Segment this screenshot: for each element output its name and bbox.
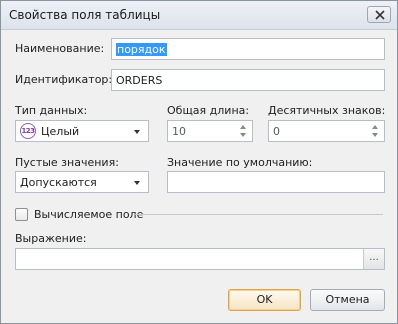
expression-browse-button[interactable]: ...	[363, 249, 384, 269]
name-value: порядок	[116, 43, 167, 56]
nulls-value: Допускаются	[20, 176, 97, 189]
default-value-input[interactable]	[167, 171, 385, 193]
close-button[interactable]	[367, 6, 391, 23]
integer-type-icon: 123	[20, 123, 36, 139]
computed-field-checkbox[interactable]	[15, 208, 28, 221]
name-label: Наименование:	[15, 42, 105, 55]
dialog-body: Наименование: порядок Идентификатор: ORD…	[1, 30, 397, 323]
name-input[interactable]: порядок	[111, 38, 385, 60]
data-type-dropdown[interactable]: 123 Целый	[15, 120, 149, 142]
dialog-window: Свойства поля таблицы Наименование: поря…	[0, 0, 398, 324]
dialog-title: Свойства поля таблицы	[9, 8, 161, 22]
decimals-value: 0	[273, 125, 280, 138]
data-type-label: Тип данных:	[15, 104, 88, 117]
computed-field-label[interactable]: Вычисляемое поле	[34, 208, 143, 221]
chevron-down-icon	[134, 130, 140, 134]
spinner-arrows-icon[interactable]	[372, 123, 380, 139]
ok-button[interactable]: OK	[228, 289, 301, 311]
total-length-value: 10	[172, 125, 186, 138]
identifier-label: Идентификатор:	[15, 73, 113, 86]
nulls-label: Пустые значения:	[15, 156, 119, 169]
total-length-label: Общая длина:	[167, 104, 250, 117]
total-length-spinner[interactable]: 10	[167, 120, 253, 142]
identifier-input[interactable]: ORDERS	[111, 69, 385, 91]
default-value-label: Значение по умолчанию:	[167, 156, 313, 169]
close-icon	[375, 10, 385, 20]
title-bar: Свойства поля таблицы	[1, 1, 397, 30]
decimals-label: Десятичных знаков:	[268, 104, 386, 117]
cancel-button[interactable]: Отмена	[310, 289, 385, 311]
expression-input[interactable]: ...	[15, 248, 385, 270]
nulls-dropdown[interactable]: Допускаются	[15, 171, 149, 193]
decimals-spinner[interactable]: 0	[268, 120, 385, 142]
spinner-arrows-icon[interactable]	[240, 123, 248, 139]
identifier-value: ORDERS	[116, 74, 163, 87]
data-type-value: Целый	[41, 125, 80, 138]
chevron-down-icon	[134, 181, 140, 185]
expression-label: Выражение:	[15, 232, 87, 245]
group-separator	[135, 214, 383, 215]
